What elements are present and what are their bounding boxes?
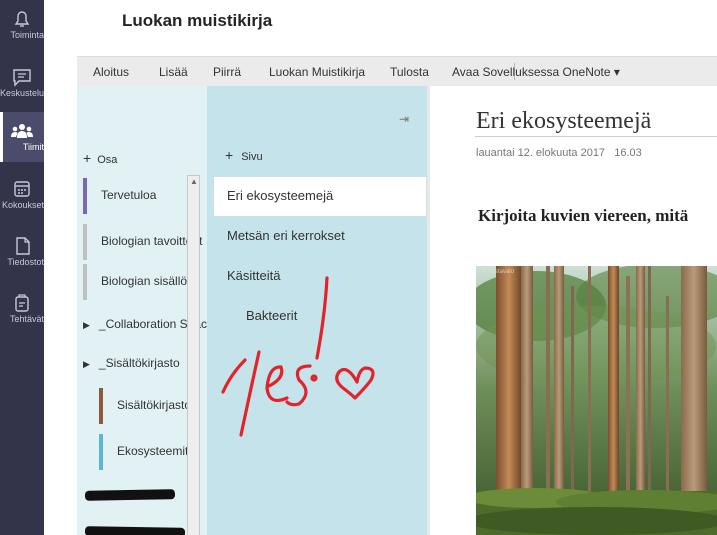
- forest-photo[interactable]: © Vastavalo: [476, 266, 717, 535]
- plus-icon: +: [225, 147, 234, 163]
- section-label: Ekosysteemit: [117, 444, 189, 458]
- teams-app-bar: Toiminta Keskustelu Tiimit Kokoukset Tie…: [0, 0, 44, 535]
- redacted-scribble: [84, 526, 186, 535]
- section-color-bar: [99, 388, 103, 424]
- redacted-scribble: [84, 489, 176, 501]
- rail-label: Tiedostot: [7, 257, 44, 267]
- page-date: lauantai 12. elokuuta 2017: [476, 147, 606, 159]
- rail-item-assignments[interactable]: Tehtävät: [0, 284, 44, 334]
- page-label: Metsän eri kerrokset: [227, 228, 345, 243]
- section-group-label: _Sisältökirjasto: [98, 356, 180, 370]
- sections-scrollbar[interactable]: ▲: [187, 175, 200, 535]
- chat-icon: [13, 69, 31, 87]
- scroll-up-icon[interactable]: ▲: [190, 177, 198, 186]
- rail-label: Tehtävät: [9, 314, 44, 324]
- caret-right-icon: ▶: [83, 359, 90, 369]
- page-body-text[interactable]: Kirjoita kuvien viereen, mitä: [478, 206, 688, 226]
- tab-tulosta[interactable]: Tulosta: [390, 65, 429, 79]
- teams-icon: [11, 124, 33, 138]
- rail-item-chat[interactable]: Keskustelu: [0, 58, 44, 108]
- rail-label: Toiminta: [10, 30, 44, 40]
- ribbon-toolbar: Aloitus Lisää Piirrä Luokan Muistikirja …: [77, 56, 717, 87]
- page-timestamp: lauantai 12. elokuuta 2017 16.03: [476, 147, 642, 159]
- tab-piirra[interactable]: Piirrä: [213, 65, 241, 79]
- section-label: Tervetuloa: [101, 188, 157, 202]
- title-underline: [475, 136, 717, 137]
- add-section-label: Osa: [97, 154, 118, 166]
- app-title: Luokan muistikirja: [122, 11, 273, 30]
- rail-label: Kokoukset: [1, 200, 44, 210]
- open-in-onenote-button[interactable]: Avaa Sovelluksessa OneNote ▾: [452, 65, 620, 79]
- rail-label: Keskustelu: [0, 88, 44, 98]
- bell-icon: [14, 11, 30, 27]
- add-page-button[interactable]: + Sivu: [225, 147, 263, 163]
- plus-icon: +: [83, 150, 92, 166]
- file-icon: [16, 237, 30, 255]
- rail-label: Tiimit: [22, 142, 44, 152]
- section-color-bar: [83, 224, 87, 260]
- calendar-icon: [14, 181, 30, 197]
- page-time: 16.03: [614, 147, 642, 159]
- add-page-label: Sivu: [241, 151, 263, 163]
- tab-aloitus[interactable]: Aloitus: [93, 65, 129, 79]
- page-title[interactable]: Eri ekosysteemejä: [476, 108, 651, 135]
- rail-item-teams[interactable]: Tiimit: [0, 112, 44, 162]
- section-group[interactable]: ▶ _Sisältökirjasto: [83, 356, 180, 370]
- section-color-bar: [83, 264, 87, 300]
- rail-item-meetings[interactable]: Kokoukset: [0, 170, 44, 220]
- tab-lisaa[interactable]: Lisää: [159, 65, 188, 79]
- section-label: Sisältökirjasto: [117, 398, 192, 412]
- page-item[interactable]: Metsän eri kerrokset: [214, 217, 426, 256]
- assignment-icon: [15, 294, 29, 312]
- caret-right-icon: ▶: [83, 320, 90, 330]
- tab-luokan-muistikirja[interactable]: Luokan Muistikirja: [269, 65, 365, 79]
- page-item-selected[interactable]: Eri ekosysteemejä: [214, 177, 426, 216]
- ink-annotation: [221, 276, 375, 437]
- image-watermark: © Vastavalo: [482, 269, 514, 275]
- rail-item-files[interactable]: Tiedostot: [0, 227, 44, 277]
- add-section-button[interactable]: + Osa: [83, 150, 117, 166]
- sections-panel: + Osa Tervetuloa Biologian tavoitteet Bio…: [77, 86, 207, 535]
- section-color-bar: [83, 178, 87, 214]
- page-canvas: Eri ekosysteemejä lauantai 12. elokuuta …: [430, 86, 717, 535]
- pin-icon[interactable]: ⇥: [399, 112, 409, 126]
- forest-photo-image: [476, 266, 717, 535]
- section-color-bar: [99, 434, 103, 470]
- page-label: Eri ekosysteemejä: [227, 188, 334, 203]
- section-label: Biologian sisällöt: [101, 274, 191, 288]
- rail-item-activity[interactable]: Toiminta: [0, 0, 44, 50]
